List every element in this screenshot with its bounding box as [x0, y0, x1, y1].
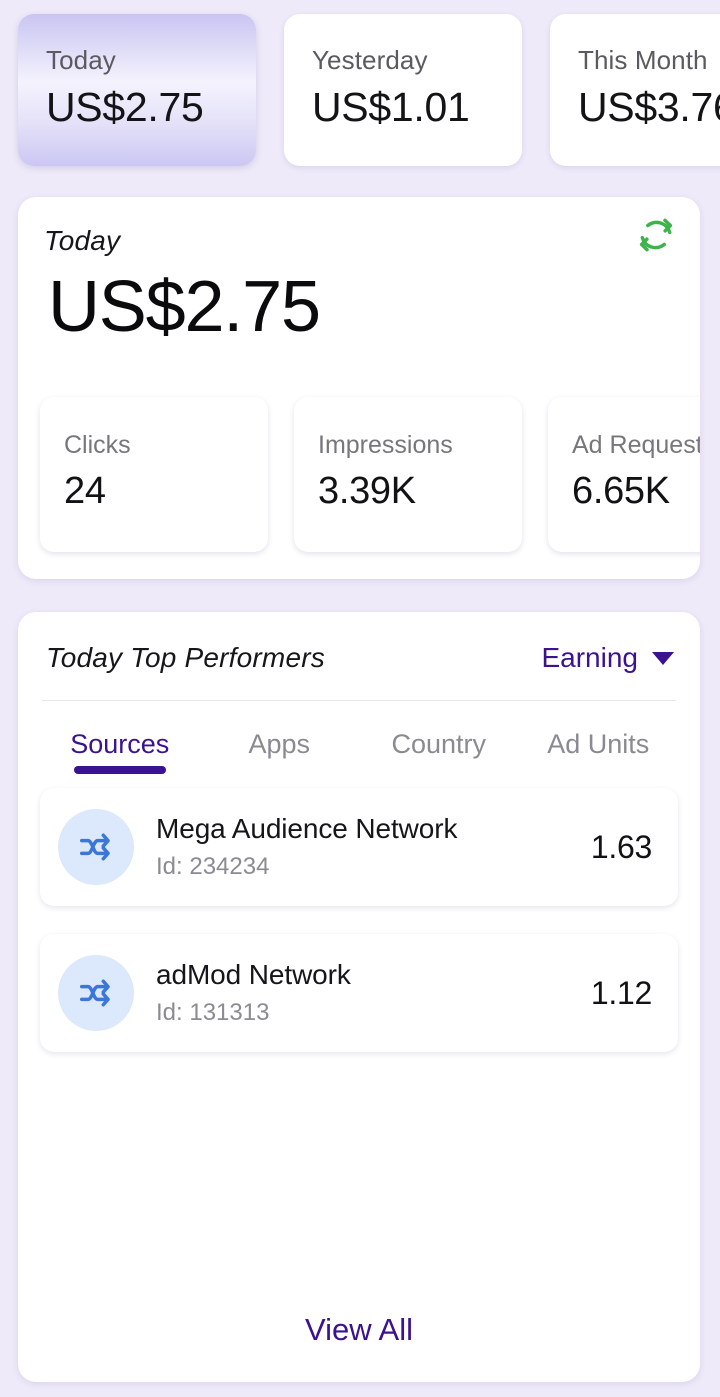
view-all-link[interactable]: View All [305, 1312, 413, 1348]
list-item-text: Mega Audience Network Id: 234234 [134, 812, 591, 881]
tab-label: Apps [248, 729, 311, 759]
tab-label: Sources [70, 729, 170, 759]
header-divider [42, 700, 676, 701]
metric-card-impressions[interactable]: Impressions 3.39K [294, 397, 522, 552]
list-item-name: adMod Network [156, 959, 351, 991]
performers-list: Mega Audience Network Id: 234234 1.63 ad… [18, 782, 700, 1052]
period-card-today[interactable]: Today US$2.75 [18, 14, 256, 166]
metric-value: 24 [64, 469, 106, 512]
metric-value: 3.39K [318, 469, 416, 512]
sort-dropdown-label: Earning [541, 642, 638, 673]
refresh-icon[interactable] [634, 213, 678, 257]
performers-tabs[interactable]: Sources Apps Country Ad Units [18, 715, 700, 782]
top-performers-card: Today Top Performers Earning Sources App… [18, 612, 700, 1382]
chevron-down-icon [652, 651, 674, 665]
period-card-label: This Month [578, 45, 708, 75]
period-card-label: Yesterday [312, 45, 428, 75]
period-card-this-month[interactable]: This Month US$3.76 [550, 14, 720, 166]
summary-header: Today [18, 197, 700, 257]
period-card-label: Today [46, 45, 116, 75]
list-item[interactable]: Mega Audience Network Id: 234234 1.63 [40, 788, 678, 906]
list-item[interactable]: adMod Network Id: 131313 1.12 [40, 934, 678, 1052]
performers-header: Today Top Performers Earning [18, 612, 700, 674]
list-item-text: adMod Network Id: 131313 [134, 958, 591, 1027]
list-item-id: Id: 131313 [156, 998, 270, 1026]
period-card-row[interactable]: Today US$2.75 Yesterday US$1.01 This Mon… [18, 14, 720, 166]
period-card-yesterday[interactable]: Yesterday US$1.01 [284, 14, 522, 166]
tab-active-indicator [73, 766, 166, 774]
metric-label: Clicks [64, 431, 131, 459]
period-card-value: US$1.01 [312, 83, 470, 130]
tab-apps[interactable]: Apps [200, 715, 360, 782]
tab-ad-units[interactable]: Ad Units [519, 715, 679, 782]
list-item-value: 1.63 [590, 828, 652, 865]
tab-country[interactable]: Country [359, 715, 519, 782]
list-item-name: Mega Audience Network [156, 813, 458, 845]
view-all-container: View All [18, 1312, 700, 1348]
summary-amount: US$2.75 [48, 267, 321, 347]
dashboard-screen: Today US$2.75 Yesterday US$1.01 This Mon… [0, 0, 720, 1397]
list-item-value: 1.12 [590, 974, 652, 1011]
today-summary-card: Today US$2.75 Clicks 24 Impressions 3.39… [18, 197, 700, 579]
avatar [58, 955, 134, 1031]
sort-dropdown[interactable]: Earning [541, 642, 674, 674]
avatar [58, 809, 134, 885]
performers-title: Today Top Performers [46, 642, 325, 673]
metric-label: Impressions [318, 431, 453, 459]
tab-sources[interactable]: Sources [40, 715, 200, 782]
metric-label: Ad Requests [572, 431, 700, 459]
period-card-value: US$3.76 [578, 83, 720, 130]
tab-label: Ad Units [547, 729, 650, 759]
metric-value: 6.65K [572, 469, 670, 512]
summary-title: Today [44, 225, 121, 256]
period-card-value: US$2.75 [46, 83, 204, 130]
metric-card-ad-requests[interactable]: Ad Requests 6.65K [548, 397, 700, 552]
tab-label: Country [391, 729, 487, 759]
metric-card-clicks[interactable]: Clicks 24 [40, 397, 268, 552]
list-item-id: Id: 234234 [156, 852, 270, 880]
metric-card-row[interactable]: Clicks 24 Impressions 3.39K Ad Requests … [40, 397, 700, 552]
